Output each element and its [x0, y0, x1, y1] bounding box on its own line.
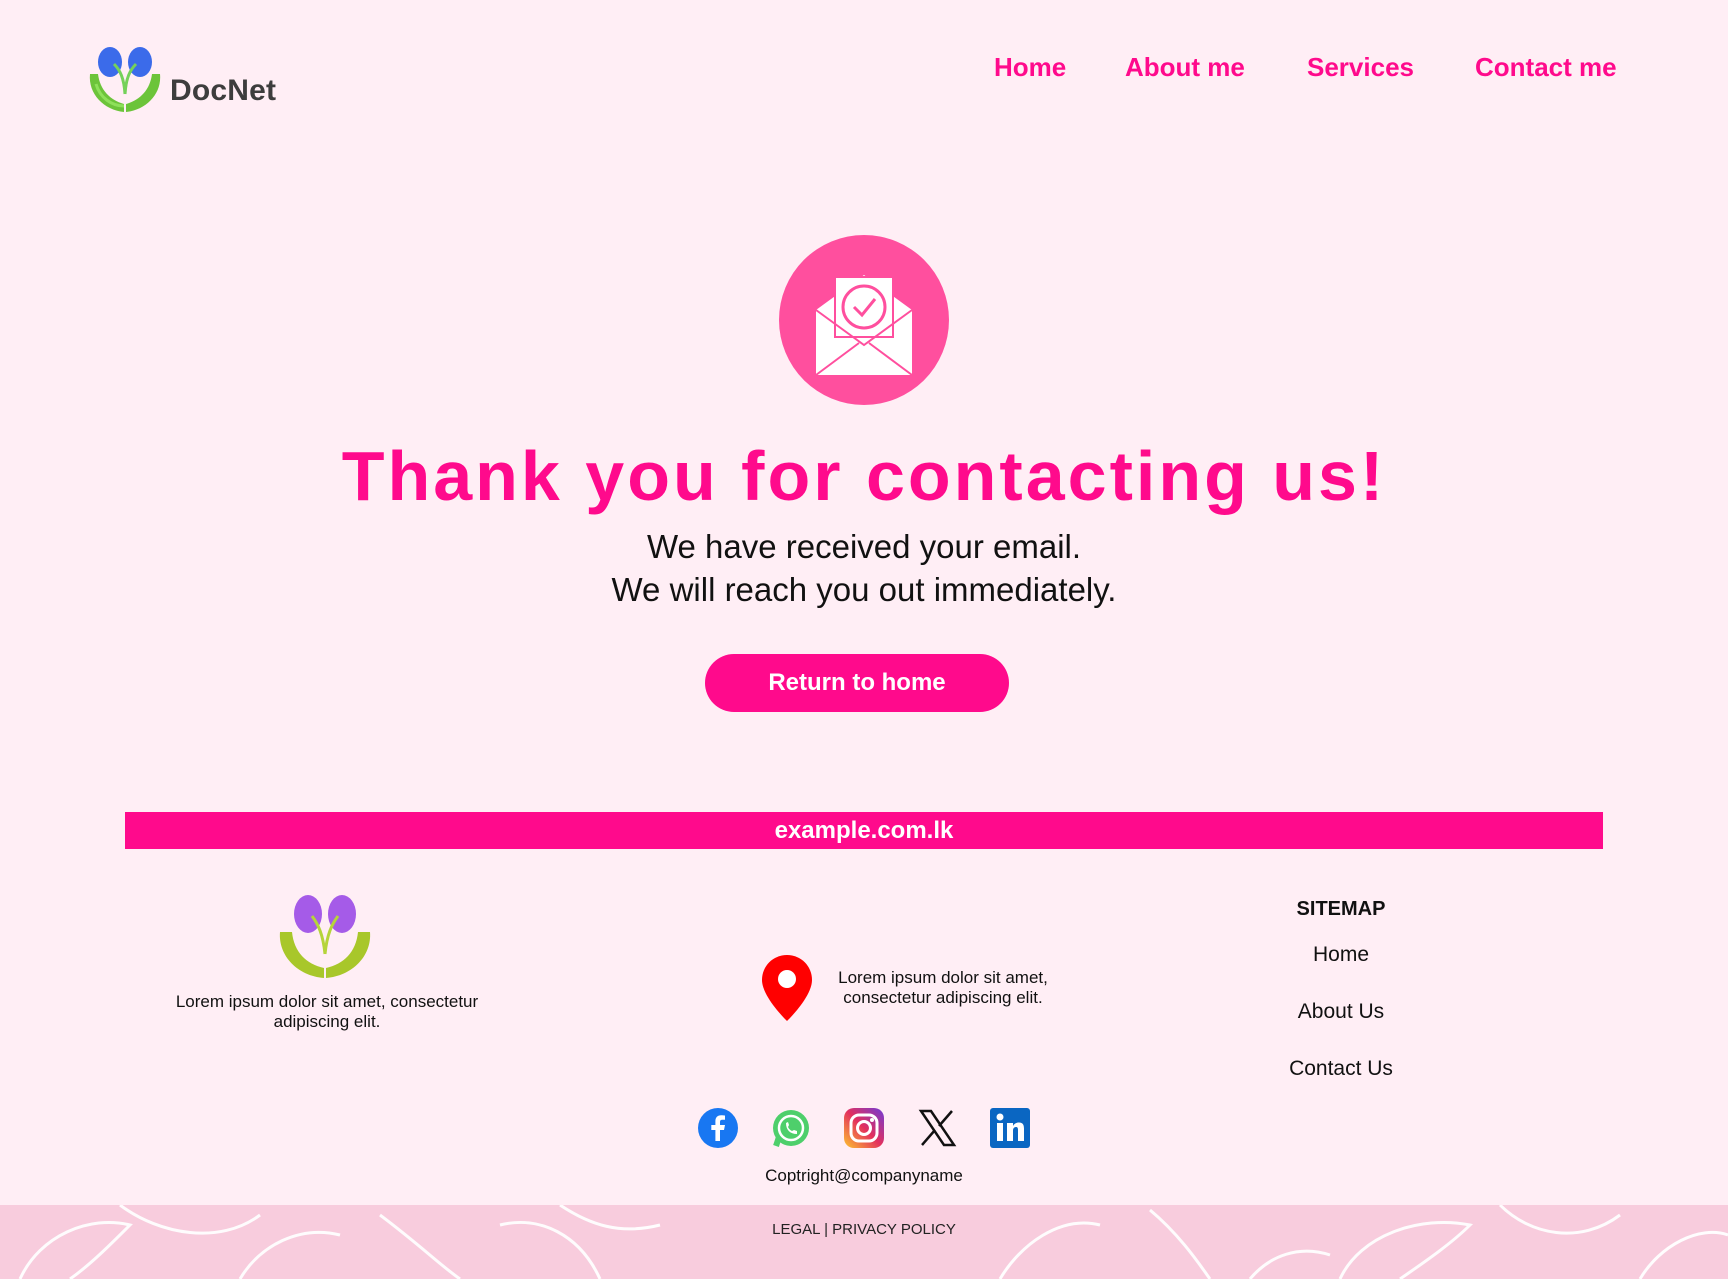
sitemap-link-home[interactable]: Home: [1241, 943, 1441, 967]
footer-address: Lorem ipsum dolor sit amet, consectetur …: [838, 968, 1048, 1007]
brand-logo[interactable]: DocNet: [86, 44, 276, 116]
facebook-icon[interactable]: [697, 1107, 739, 1149]
instagram-icon[interactable]: [843, 1107, 885, 1149]
sitemap-title: SITEMAP: [1296, 898, 1386, 920]
confirmation-line-1: We have received your email.: [646, 528, 1082, 565]
butterfly-pattern-icon: [18, 1205, 1728, 1279]
nav-home[interactable]: Home: [994, 52, 1066, 83]
sitemap-link-contact[interactable]: Contact Us: [1241, 1057, 1441, 1081]
page-title: Thank you for contacting us!: [341, 437, 1387, 515]
copyright-text: Coptright@companyname: [765, 1166, 963, 1185]
footer-decorative-bar: [0, 1205, 1728, 1279]
site-url-banner: example.com.lk: [125, 812, 1603, 849]
brand-name: DocNet: [170, 74, 277, 107]
sitemap-link-about[interactable]: About Us: [1241, 1000, 1441, 1024]
footer-description: Lorem ipsum dolor sit amet, consectetur …: [175, 992, 479, 1031]
whatsapp-icon[interactable]: [770, 1107, 812, 1149]
envelope-check-icon: [779, 235, 949, 405]
x-icon[interactable]: [916, 1107, 958, 1149]
footer-logo-icon: [279, 895, 371, 978]
kidney-hands-logo-icon: [89, 47, 161, 112]
return-home-button[interactable]: Return to home: [705, 654, 1009, 712]
location-pin-icon: [762, 955, 812, 1021]
confirmation-line-2: We will reach you out immediately.: [611, 571, 1117, 608]
nav-contact[interactable]: Contact me: [1475, 52, 1617, 83]
linkedin-icon[interactable]: [989, 1107, 1031, 1149]
legal-links[interactable]: LEGAL | PRIVACY POLICY: [0, 1221, 1728, 1238]
nav-about[interactable]: About me: [1125, 52, 1245, 83]
nav-services[interactable]: Services: [1307, 52, 1414, 83]
